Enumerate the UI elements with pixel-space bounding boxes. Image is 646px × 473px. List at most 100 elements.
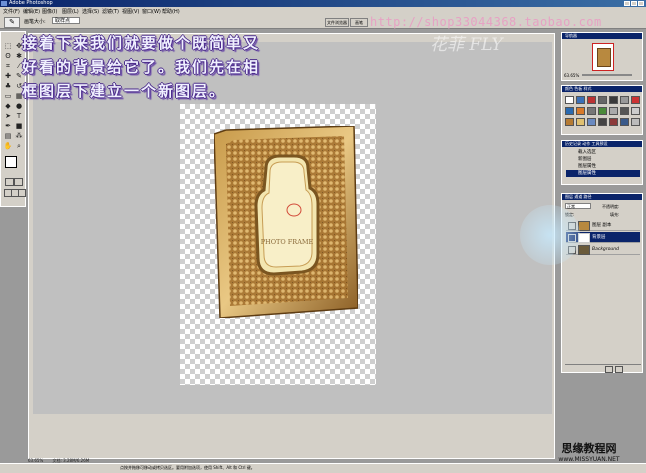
style-swatch[interactable] (598, 118, 607, 126)
history-item-selected[interactable]: 图层属性 (566, 170, 640, 177)
window-title: Adobe Photoshop (9, 0, 53, 6)
blur-tool-icon[interactable]: ◆ (3, 102, 13, 110)
frame-engraving: PHOTO FRAME (261, 238, 314, 246)
caption-line-2: 好看的背景给它了。我们先在相 (22, 58, 261, 76)
photo-frame-artwork: PHOTO FRAME (214, 126, 358, 318)
watermark-url: http://shop33044368.taobao.com (370, 15, 602, 29)
standard-mode-icon[interactable] (5, 178, 14, 186)
logo-watermark: 花菲 FLY (430, 35, 503, 55)
style-swatch[interactable] (609, 118, 618, 126)
navigator-tab[interactable]: 导航器 (562, 33, 642, 39)
history-tab[interactable]: 历史记录 动作 工具预设 (562, 141, 642, 147)
navigator-zoom: 63.65% (564, 73, 580, 78)
hand-tool-icon[interactable]: ✋ (3, 142, 13, 150)
styles-panel: 颜色 色板 样式 (561, 85, 643, 135)
path-select-icon[interactable]: ➤ (3, 112, 13, 120)
style-swatch[interactable] (565, 107, 574, 115)
style-swatch[interactable] (631, 107, 640, 115)
marquee-tool-icon[interactable]: ⬚ (3, 42, 13, 50)
menu-layer[interactable]: 图层(L) (62, 8, 79, 15)
navigator-slider[interactable] (582, 74, 632, 76)
style-swatch[interactable] (598, 107, 607, 115)
layers-tab[interactable]: 图层 通道 路径 (562, 194, 642, 200)
menu-image[interactable]: 图像(I) (42, 8, 57, 15)
status-hint: 点按并拖移可移动或拷贝选区。要用附加选项，使用 Shift、Alt 和 Ctrl… (120, 465, 255, 470)
layers-footer (565, 364, 641, 373)
style-swatch[interactable] (620, 118, 629, 126)
navigator-thumbnail[interactable] (592, 43, 614, 71)
sample-select[interactable]: 取样点 (52, 17, 80, 24)
dodge-tool-icon[interactable]: ● (14, 102, 24, 110)
fill-label: 填充: (610, 212, 620, 217)
pen-tool-icon[interactable]: ✒ (3, 122, 13, 130)
style-swatch[interactable] (576, 96, 585, 104)
maximize-button[interactable] (631, 1, 637, 6)
zoom-tool-icon[interactable]: ⌕ (14, 142, 24, 150)
caption-line-3: 框图层下建立一个新图层。 (22, 82, 227, 100)
site-watermark: 思缘教程网 www.MISSYUAN.NET (534, 440, 644, 470)
history-item[interactable]: 载入选区 (566, 149, 640, 156)
lasso-tool-icon[interactable]: ʘ (3, 52, 13, 60)
menu-edit[interactable]: 编辑(E) (23, 8, 40, 15)
layer-name: 图层 副本 (592, 223, 612, 228)
crop-tool-icon[interactable]: ⌗ (3, 62, 13, 70)
menu-file[interactable]: 文件(F) (3, 8, 20, 15)
shape-tool-icon[interactable]: ■ (14, 122, 24, 130)
style-none[interactable] (565, 96, 574, 104)
layer-name: Background (592, 247, 619, 252)
blend-mode-select[interactable]: 正常 (565, 203, 591, 209)
healing-brush-icon[interactable]: ✚ (3, 72, 13, 80)
style-swatch[interactable] (576, 107, 585, 115)
type-tool-icon[interactable]: T (14, 112, 24, 120)
eraser-tool-icon[interactable]: ▭ (3, 92, 13, 100)
eyedropper-icon[interactable]: ⁂ (14, 132, 24, 140)
layer-thumbnail (578, 245, 590, 255)
clone-stamp-icon[interactable]: ♣ (3, 82, 13, 90)
menu-window[interactable]: 窗口(W) (142, 8, 161, 15)
styles-tab[interactable]: 颜色 色板 样式 (562, 86, 642, 92)
brushes-tab[interactable]: 画笔 (350, 18, 368, 27)
tutorial-caption: 接着下来我们就要做个既简单又 好看的背景给它了。我们先在相 框图层下建立一个新图… (22, 31, 260, 103)
style-swatch[interactable] (587, 118, 596, 126)
close-button[interactable] (638, 1, 644, 6)
foreground-color-swatch[interactable] (5, 156, 17, 168)
style-swatch[interactable] (587, 96, 596, 104)
notes-tool-icon[interactable]: ▤ (3, 132, 13, 140)
style-swatch[interactable] (598, 96, 607, 104)
opacity-label: 不透明度: (602, 204, 620, 209)
minimize-button[interactable] (624, 1, 630, 6)
menu-select[interactable]: 选择(S) (82, 8, 99, 15)
navigator-panel: 导航器 63.65% (561, 32, 643, 81)
options-bar: ✎ 画笔大小: 取样点 文件浏览器 画笔 http://shop33044368… (0, 15, 646, 29)
glow-decoration (520, 205, 580, 265)
app-icon (1, 1, 7, 6)
layer-name: 背景层 (592, 235, 606, 240)
title-bar: Adobe Photoshop (0, 0, 646, 7)
menu-view[interactable]: 视图(V) (122, 8, 139, 15)
brush-size-label: 画笔大小: (24, 19, 46, 25)
style-swatch[interactable] (609, 96, 618, 104)
history-item[interactable]: 图层属性 (566, 163, 640, 170)
screen-mode-3-icon[interactable] (18, 189, 26, 197)
style-swatch[interactable] (609, 107, 618, 115)
site-name: 思缘教程网 (561, 442, 617, 455)
style-swatch[interactable] (565, 118, 574, 126)
file-browser-tab[interactable]: 文件浏览器 (325, 18, 349, 27)
layer-thumbnail (578, 221, 590, 231)
site-url: www.MISSYUAN.NET (558, 456, 620, 463)
menu-help[interactable]: 帮助(H) (162, 8, 180, 15)
caption-line-1: 接着下来我们就要做个既简单又 (22, 34, 261, 52)
style-swatch[interactable] (620, 107, 629, 115)
history-item[interactable]: 新图层 (566, 156, 640, 163)
menu-filter[interactable]: 滤镜(T) (102, 8, 119, 15)
style-swatch[interactable] (620, 96, 629, 104)
history-panel: 历史记录 动作 工具预设 载入选区 新图层 图层属性 图层属性 (561, 140, 643, 185)
style-swatch[interactable] (576, 118, 585, 126)
style-swatch[interactable] (631, 96, 640, 104)
style-swatch[interactable] (631, 118, 640, 126)
quick-mask-icon[interactable] (14, 178, 23, 186)
new-layer-icon[interactable] (605, 366, 613, 373)
style-swatch[interactable] (587, 107, 596, 115)
trash-icon[interactable] (615, 366, 623, 373)
tool-preset-icon[interactable]: ✎ (4, 17, 20, 28)
